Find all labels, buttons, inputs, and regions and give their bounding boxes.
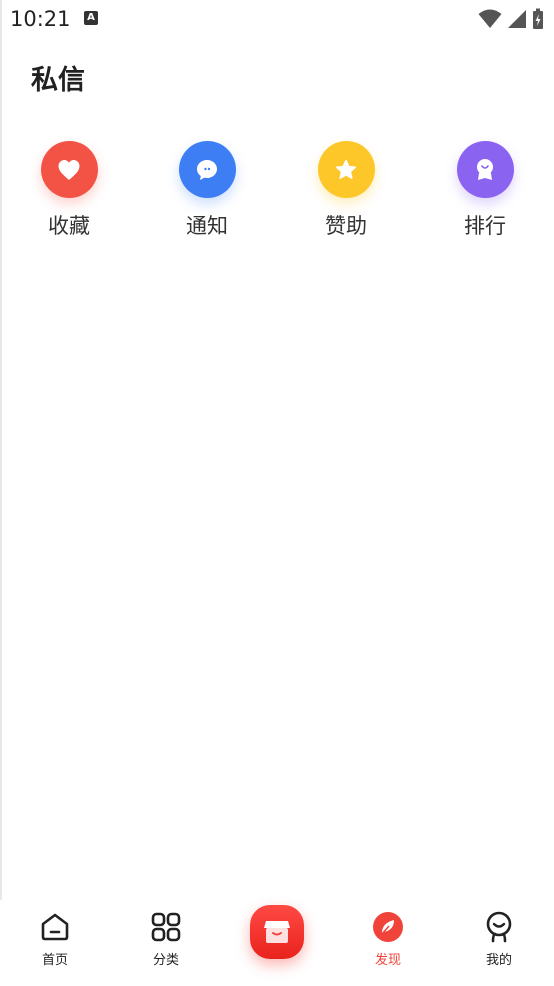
quick-action-label: 排行 (464, 214, 506, 238)
status-icons (478, 8, 544, 30)
quick-actions: 收藏 通知 赞助 排行 (0, 141, 554, 251)
signal-icon (508, 10, 526, 28)
nav-label: 我的 (485, 953, 512, 968)
nav-item-mine[interactable]: 我的 (459, 910, 539, 968)
battery-icon (533, 8, 543, 29)
nav-item-category[interactable]: 分类 (126, 910, 206, 968)
smile-person-icon (482, 910, 516, 944)
quick-action-label: 赞助 (325, 214, 367, 238)
medal-icon (456, 141, 514, 198)
wifi-icon (478, 9, 502, 28)
quick-action-sponsor[interactable]: 赞助 (291, 141, 401, 240)
store-button[interactable] (250, 905, 304, 959)
star-icon (317, 141, 375, 198)
nav-label: 首页 (41, 953, 68, 968)
status-bar: 10:21 A (0, 0, 554, 38)
leaf-icon (371, 910, 405, 944)
a-icon: A (84, 11, 98, 25)
nav-label: 分类 (152, 953, 179, 968)
store-icon (264, 921, 290, 943)
home-icon (38, 910, 72, 944)
quick-action-favorites[interactable]: 收藏 (14, 141, 124, 240)
bottom-nav: 首页 分类 发现 我的 (0, 900, 554, 986)
quick-action-label: 通知 (186, 214, 228, 238)
nav-item-discover[interactable]: 发现 (348, 910, 428, 968)
nav-label: 发现 (374, 953, 401, 968)
quick-action-ranking[interactable]: 排行 (430, 141, 540, 240)
grid-icon (149, 910, 183, 944)
chat-bubble-icon (178, 141, 236, 198)
page-title: 私信 (31, 65, 85, 96)
nav-item-home[interactable]: 首页 (15, 910, 95, 968)
status-time: 10:21 (10, 7, 71, 31)
heart-icon (40, 141, 98, 198)
quick-action-notifications[interactable]: 通知 (152, 141, 262, 240)
quick-action-label: 收藏 (48, 214, 90, 238)
